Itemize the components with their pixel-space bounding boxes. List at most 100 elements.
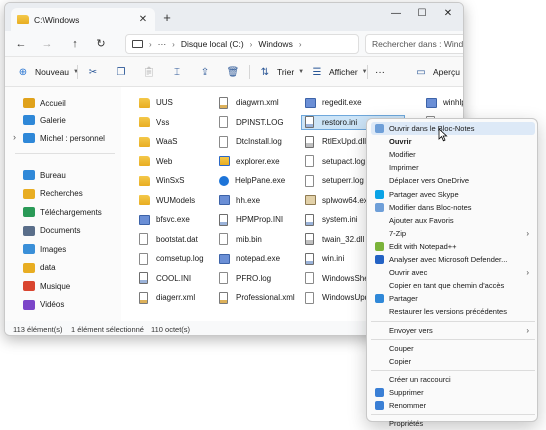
- paste-button[interactable]: 📋︎: [141, 64, 157, 80]
- file-item[interactable]: explorer.exe: [219, 154, 280, 169]
- download-icon: [23, 207, 35, 217]
- file-item[interactable]: winhlp32.: [426, 95, 463, 110]
- menu-item-label: 7-Zip: [389, 228, 407, 238]
- close-window-button[interactable]: ✕: [437, 6, 459, 22]
- maximize-button[interactable]: ☐: [411, 6, 433, 22]
- file-item[interactable]: regedit.exe: [305, 95, 362, 110]
- folder-item[interactable]: WinSxS: [139, 173, 184, 188]
- search-input[interactable]: Rechercher dans : Windo: [365, 34, 463, 54]
- share-button[interactable]: ⇪: [197, 64, 213, 80]
- back-arrow-icon[interactable]: ←: [13, 36, 29, 52]
- file-name: splwow64.exe: [322, 195, 373, 205]
- new-button[interactable]: ⊕ Nouveau ▼: [15, 64, 79, 80]
- menu-item-modifier[interactable]: Modifier: [371, 148, 535, 161]
- menu-item-renommer[interactable]: Renommer: [371, 399, 535, 412]
- file-item[interactable]: diagwrn.xml: [219, 95, 279, 110]
- tab-windows[interactable]: C:\Windows ✕: [11, 8, 155, 31]
- view-button[interactable]: ☰ Afficher ▼: [309, 64, 368, 80]
- refresh-icon[interactable]: ↻: [93, 36, 109, 52]
- menu-item-analyser-avec-microsoft-defender[interactable]: Analyser avec Microsoft Defender...: [371, 253, 535, 266]
- folder-icon: [139, 97, 150, 108]
- file-item[interactable]: Professional.xml: [219, 290, 295, 305]
- menu-item-edit-with-notepad[interactable]: Edit with Notepad++: [371, 240, 535, 253]
- menu-item-envoyer-vers[interactable]: Envoyer vers ›: [371, 324, 535, 337]
- sidebar-item-telechargements[interactable]: Téléchargements📌︎: [23, 204, 135, 220]
- sidebar-item-data[interactable]: data📌︎: [23, 260, 135, 276]
- menu-item-ouvrir-dans-le-bloc-notes[interactable]: Ouvrir dans le Bloc-Notes: [371, 122, 535, 135]
- menu-item-modifier-dans-bloc-notes[interactable]: Modifier dans Bloc-notes: [371, 201, 535, 214]
- menu-item-ouvrir-avec[interactable]: Ouvrir avec ›: [371, 266, 535, 279]
- sidebar-item-recherches[interactable]: Recherches📌︎: [23, 186, 135, 202]
- new-tab-button[interactable]: +: [159, 10, 175, 26]
- menu-item-partager[interactable]: Partager: [371, 292, 535, 305]
- notepad-icon: [375, 124, 384, 133]
- folder-item[interactable]: Vss: [139, 115, 169, 130]
- preview-button[interactable]: ▭ Aperçu: [413, 64, 460, 80]
- menu-item-deplacer-vers-onedrive[interactable]: Déplacer vers OneDrive: [371, 174, 535, 187]
- file-item[interactable]: hh.exe: [219, 193, 260, 208]
- sort-button[interactable]: ⇅ Trier ▼: [257, 64, 304, 80]
- file-item[interactable]: setupact.log: [305, 154, 365, 169]
- file-item[interactable]: win.ini: [305, 251, 344, 266]
- file-item[interactable]: splwow64.exe: [305, 193, 372, 208]
- minimize-button[interactable]: —: [385, 6, 407, 22]
- sidebar-item-bureau[interactable]: Bureau📌︎: [23, 167, 135, 183]
- file-name: RtlExUpd.dll: [322, 137, 367, 146]
- folder-item[interactable]: Web: [139, 154, 172, 169]
- breadcrumb-windows[interactable]: Windows: [258, 39, 292, 49]
- file-item[interactable]: system.ini: [305, 212, 358, 227]
- menu-item-7-zip[interactable]: 7-Zip ›: [371, 227, 535, 240]
- breadcrumb-more[interactable]: ···: [158, 39, 167, 49]
- copy-button[interactable]: ❐: [113, 64, 129, 80]
- file-item[interactable]: RtlExUpd.dll: [305, 134, 366, 149]
- tab-close-icon[interactable]: ✕: [137, 14, 149, 25]
- file-item[interactable]: HPMProp.INI: [219, 212, 283, 227]
- file-item[interactable]: diagerr.xml: [139, 290, 195, 305]
- file-item[interactable]: mib.bin: [219, 232, 262, 247]
- delete-button[interactable]: 🗑︎: [225, 64, 241, 80]
- dll-file-icon: [305, 233, 314, 245]
- breadcrumb-drive[interactable]: Disque local (C:): [181, 39, 244, 49]
- file-item[interactable]: COOL.INI: [139, 271, 191, 286]
- sidebar-item-accueil[interactable]: Accueil: [23, 95, 135, 111]
- cut-button[interactable]: ✂: [85, 64, 101, 80]
- menu-item-supprimer[interactable]: Supprimer: [371, 386, 535, 399]
- menu-item-imprimer[interactable]: Imprimer: [371, 161, 535, 174]
- menu-item-copier[interactable]: Copier: [371, 355, 535, 368]
- file-item[interactable]: PFRO.log: [219, 271, 271, 286]
- rename-button[interactable]: ⌶: [169, 64, 185, 80]
- file-item[interactable]: bfsvc.exe: [139, 212, 190, 227]
- menu-item-partager-avec-skype[interactable]: Partager avec Skype: [371, 188, 535, 201]
- sidebar-item-videos[interactable]: Vidéos📌︎: [23, 297, 135, 313]
- folder-icon: [139, 175, 150, 186]
- menu-item-copier-en-tant-que-chemin-d-acces[interactable]: Copier en tant que chemin d'accès: [371, 279, 535, 292]
- file-item[interactable]: HelpPane.exe: [219, 173, 285, 188]
- file-name: explorer.exe: [236, 156, 280, 166]
- file-item[interactable]: setuperr.log: [305, 173, 364, 188]
- file-item[interactable]: twain_32.dll: [305, 232, 364, 247]
- up-arrow-icon[interactable]: ↑: [67, 36, 83, 52]
- menu-item-creer-un-raccourci[interactable]: Créer un raccourci: [371, 373, 535, 386]
- folder-item[interactable]: WUModels: [139, 193, 195, 208]
- more-options-button[interactable]: ···: [375, 64, 385, 80]
- expand-chevron-icon[interactable]: ›: [13, 132, 16, 142]
- sidebar-item-images[interactable]: Images📌︎: [23, 241, 135, 257]
- file-name: WinSxS: [156, 176, 185, 185]
- sidebar-item-documents[interactable]: Documents📌︎: [23, 223, 135, 239]
- folder-item[interactable]: WaaS: [139, 134, 178, 149]
- file-item[interactable]: DtcInstall.log: [219, 134, 282, 149]
- forward-arrow-icon[interactable]: →: [39, 36, 55, 52]
- file-item[interactable]: comsetup.log: [139, 251, 204, 266]
- file-item[interactable]: DPINST.LOG: [219, 115, 284, 130]
- menu-item-restaurer-les-versions-precedentes[interactable]: Restaurer les versions précédentes: [371, 305, 535, 318]
- file-item[interactable]: notepad.exe: [219, 251, 280, 266]
- folder-item[interactable]: UUS: [139, 95, 173, 110]
- sidebar-item-musique[interactable]: Musique📌︎: [23, 278, 135, 294]
- sidebar-item-galerie[interactable]: Galerie: [23, 112, 135, 128]
- address-field[interactable]: › ··· › Disque local (C:) › Windows ›: [125, 34, 359, 54]
- menu-item-ajouter-aux-favoris[interactable]: Ajouter aux Favoris: [371, 214, 535, 227]
- menu-item-couper[interactable]: Couper: [371, 342, 535, 355]
- file-item[interactable]: bootstat.dat: [139, 232, 198, 247]
- menu-item-ouvrir[interactable]: Ouvrir: [371, 135, 535, 148]
- sidebar-item-michel-personnel[interactable]: Michel : personnel: [23, 130, 135, 146]
